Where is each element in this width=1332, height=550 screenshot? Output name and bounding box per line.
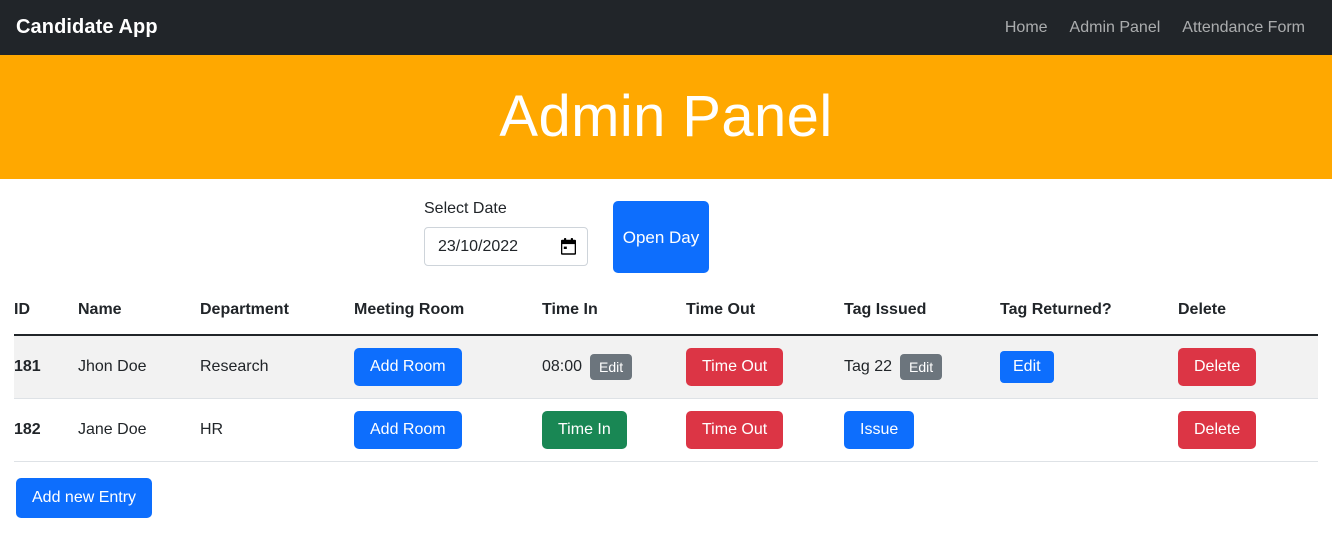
- cell-delete: Delete: [1178, 335, 1318, 399]
- column-header-id: ID: [14, 301, 78, 336]
- top-navbar: Candidate App Home Admin Panel Attendanc…: [0, 0, 1332, 55]
- column-header-delete: Delete: [1178, 301, 1318, 336]
- cell-department: HR: [200, 398, 354, 462]
- column-header-tag-issued: Tag Issued: [844, 301, 1000, 336]
- nav-links: Home Admin Panel Attendance Form: [1005, 19, 1305, 37]
- time-out-button[interactable]: Time Out: [686, 348, 784, 386]
- date-input-value: 23/10/2022: [438, 237, 519, 255]
- table-header-row: ID Name Department Meeting Room Time In …: [14, 301, 1318, 336]
- cell-time-in: 08:00 Edit: [542, 335, 686, 399]
- table-head: ID Name Department Meeting Room Time In …: [14, 301, 1318, 336]
- tag-issued-value: Tag 22: [844, 358, 893, 375]
- cell-tag-returned: Edit: [1000, 335, 1178, 399]
- add-room-button[interactable]: Add Room: [354, 348, 462, 386]
- cell-meeting-room: Add Room: [354, 398, 542, 462]
- open-day-button[interactable]: Open Day: [613, 201, 709, 273]
- add-new-entry-button[interactable]: Add new Entry: [16, 478, 153, 518]
- time-in-value: 08:00: [542, 358, 583, 375]
- attendance-table: ID Name Department Meeting Room Time In …: [14, 301, 1318, 462]
- delete-button[interactable]: Delete: [1178, 348, 1257, 386]
- cell-department: Research: [200, 335, 354, 399]
- cell-time-in: Time In: [542, 398, 686, 462]
- table-body: 181 Jhon Doe Research Add Room 08:00 Edi…: [14, 335, 1318, 462]
- select-date-group: Select Date 23/10/2022: [424, 201, 588, 266]
- cell-id: 181: [14, 335, 78, 399]
- attendance-table-wrap: ID Name Department Meeting Room Time In …: [0, 301, 1332, 462]
- table-row: 181 Jhon Doe Research Add Room 08:00 Edi…: [14, 335, 1318, 399]
- column-header-time-in: Time In: [542, 301, 686, 336]
- cell-tag-issued: Issue: [844, 398, 1000, 462]
- cell-time-out: Time Out: [686, 398, 844, 462]
- time-in-button[interactable]: Time In: [542, 411, 627, 449]
- column-header-department: Department: [200, 301, 354, 336]
- calendar-icon[interactable]: [561, 238, 576, 255]
- cell-time-out: Time Out: [686, 335, 844, 399]
- cell-tag-issued: Tag 22 Edit: [844, 335, 1000, 399]
- cell-name: Jane Doe: [78, 398, 200, 462]
- add-room-button[interactable]: Add Room: [354, 411, 462, 449]
- date-controls-bar: Select Date 23/10/2022 Open Day: [0, 179, 1332, 301]
- nav-link-home[interactable]: Home: [1005, 19, 1048, 37]
- table-row: 182 Jane Doe HR Add Room Time In Time Ou…: [14, 398, 1318, 462]
- cell-tag-returned: [1000, 398, 1178, 462]
- cell-id: 182: [14, 398, 78, 462]
- app-brand-title[interactable]: Candidate App: [16, 16, 158, 39]
- time-in-edit-button[interactable]: Edit: [590, 354, 633, 380]
- delete-button[interactable]: Delete: [1178, 411, 1257, 449]
- table-footer-actions: Add new Entry: [0, 462, 1332, 518]
- column-header-tag-returned: Tag Returned?: [1000, 301, 1178, 336]
- column-header-time-out: Time Out: [686, 301, 844, 336]
- cell-meeting-room: Add Room: [354, 335, 542, 399]
- time-out-button[interactable]: Time Out: [686, 411, 784, 449]
- nav-link-admin-panel[interactable]: Admin Panel: [1070, 19, 1161, 37]
- nav-link-attendance-form[interactable]: Attendance Form: [1182, 19, 1305, 37]
- page-title: Admin Panel: [499, 84, 833, 149]
- select-date-label: Select Date: [424, 200, 507, 217]
- tag-returned-edit-button[interactable]: Edit: [1000, 351, 1054, 383]
- cell-delete: Delete: [1178, 398, 1318, 462]
- column-header-name: Name: [78, 301, 200, 336]
- date-input[interactable]: 23/10/2022: [424, 227, 588, 266]
- tag-issue-button[interactable]: Issue: [844, 411, 915, 449]
- page-header-banner: Admin Panel: [0, 55, 1332, 179]
- tag-issued-edit-button[interactable]: Edit: [900, 354, 943, 380]
- cell-name: Jhon Doe: [78, 335, 200, 399]
- column-header-meeting-room: Meeting Room: [354, 301, 542, 336]
